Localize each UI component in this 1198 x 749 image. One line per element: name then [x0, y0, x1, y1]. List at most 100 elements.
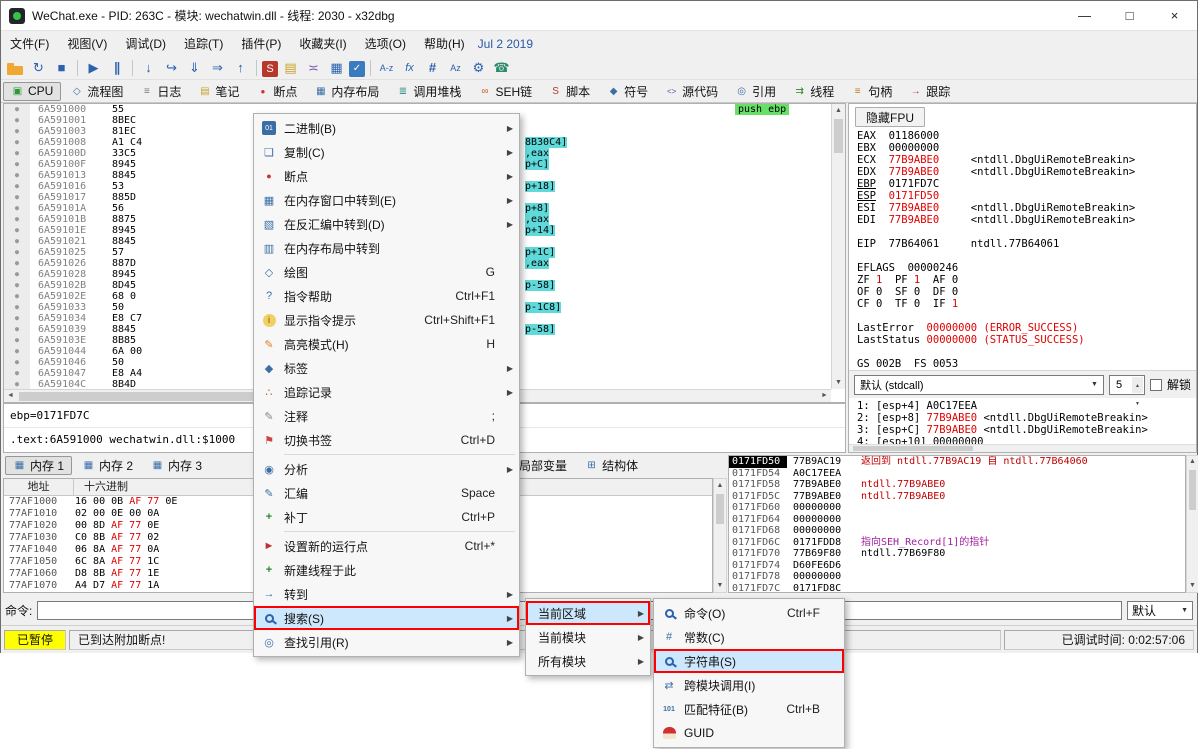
- tab-日志[interactable]: ≡日志: [132, 82, 189, 101]
- menu-item-设置新的运行点[interactable]: ►设置新的运行点Ctrl+*: [254, 534, 519, 558]
- scroll-left-arrow[interactable]: ◄: [4, 390, 17, 402]
- stack-row[interactable]: 0171FD5C 77B9ABE0 ntdll.77B9ABE0: [729, 491, 1185, 503]
- menu-item-在内存布局中转到[interactable]: ▥在内存布局中转到: [254, 236, 519, 260]
- trace-over-icon[interactable]: ⇒: [207, 58, 228, 78]
- tab-源代码[interactable]: <>源代码: [657, 82, 726, 101]
- breakpoint-gutter[interactable]: ●: [4, 280, 30, 291]
- breakpoint-gutter[interactable]: ●: [4, 148, 30, 159]
- breakpoint-gutter[interactable]: ●: [4, 159, 30, 170]
- scroll-down-arrow[interactable]: ▼: [1187, 580, 1198, 592]
- menu-item-新建线程于此[interactable]: +新建线程于此: [254, 558, 519, 582]
- stack-row[interactable]: 0171FD68 00000000: [729, 525, 1185, 537]
- pause-icon[interactable]: ∥: [106, 58, 127, 78]
- close-button[interactable]: ×: [1152, 1, 1197, 31]
- minimize-button[interactable]: —: [1062, 1, 1107, 31]
- menu-item-跨模块调用I[interactable]: ⇄跨模块调用(I): [654, 673, 844, 697]
- script-icon[interactable]: S: [262, 61, 278, 77]
- memory-vertical-scrollbar[interactable]: ▲ ▼: [713, 478, 727, 593]
- menu-item-追踪记录[interactable]: ∴追踪记录▶: [254, 380, 519, 404]
- breakpoint-gutter[interactable]: ●: [4, 126, 30, 137]
- stepper-up-icon[interactable]: ▲: [1135, 377, 1140, 395]
- menu-item-常数C[interactable]: #常数(C): [654, 625, 844, 649]
- breakpoint-gutter[interactable]: ●: [4, 115, 30, 126]
- breakpoint-gutter[interactable]: ●: [4, 269, 30, 280]
- menu-item-字符串S[interactable]: 字符串(S): [654, 649, 844, 673]
- menu-item-注释[interactable]: ✎注释;: [254, 404, 519, 428]
- tab-结构体[interactable]: ⊞结构体: [577, 456, 646, 475]
- scroll-up-arrow[interactable]: ▲: [1187, 456, 1198, 468]
- assembler-icon[interactable]: Az: [445, 58, 466, 78]
- tab-调用堆栈[interactable]: ≣调用堆栈: [388, 82, 469, 101]
- breakpoint-gutter[interactable]: ●: [4, 302, 30, 313]
- menubar-item-2[interactable]: 视图(V): [58, 31, 116, 56]
- step-into-icon[interactable]: ↓: [138, 58, 159, 78]
- tab-内存 3[interactable]: ▦内存 3: [143, 456, 210, 475]
- tab-内存 1[interactable]: ▦内存 1: [5, 456, 72, 475]
- maximize-button[interactable]: □: [1107, 1, 1152, 31]
- scrollbar-thumb[interactable]: [716, 494, 724, 524]
- tab-CPU[interactable]: ▣CPU: [3, 82, 61, 101]
- breakpoint-gutter[interactable]: ●: [4, 236, 30, 247]
- breakpoint-gutter[interactable]: ●: [4, 335, 30, 346]
- tab-SEH链[interactable]: ∞SEH链: [470, 82, 540, 101]
- menubar-item-4[interactable]: 追踪(T): [175, 31, 232, 56]
- unlock-checkbox[interactable]: [1150, 379, 1162, 391]
- trace-into-icon[interactable]: ⇓: [184, 58, 205, 78]
- menubar-item-3[interactable]: 调试(D): [116, 31, 175, 56]
- breakpoint-gutter[interactable]: ●: [4, 346, 30, 357]
- tab-脚本[interactable]: S脚本: [541, 82, 598, 101]
- stack-vertical-scrollbar[interactable]: ▲ ▼: [1186, 455, 1198, 593]
- breakpoint-gutter[interactable]: ●: [4, 137, 30, 148]
- tab-笔记[interactable]: ▤笔记: [190, 82, 247, 101]
- menubar-item-5[interactable]: 插件(P): [232, 31, 290, 56]
- stepper-arrows[interactable]: ▲▼: [1132, 377, 1143, 393]
- seh-chain-icon[interactable]: ✓: [349, 61, 365, 77]
- argument-count-stepper[interactable]: 5 ▲▼: [1109, 375, 1145, 395]
- menu-item-转到[interactable]: →转到▶: [254, 582, 519, 606]
- stack-row[interactable]: 0171FD70 77B69F80 ntdll.77B69F80: [729, 548, 1185, 560]
- stack-row[interactable]: 0171FD7C 0171FD8C: [729, 583, 1185, 594]
- stack-row[interactable]: 0171FD78 00000000: [729, 571, 1185, 583]
- stack-row[interactable]: 0171FD54 A0C17EEA: [729, 468, 1185, 480]
- calculator-icon[interactable]: fx: [399, 58, 420, 78]
- breakpoint-gutter[interactable]: ●: [4, 181, 30, 192]
- hide-fpu-button[interactable]: 隐藏FPU: [855, 107, 925, 127]
- breakpoint-gutter[interactable]: ●: [4, 291, 30, 302]
- patterns-icon[interactable]: #: [422, 58, 443, 78]
- menu-item-高亮模式H[interactable]: ✎高亮模式(H)H: [254, 332, 519, 356]
- tab-内存布局[interactable]: ▦内存布局: [306, 82, 387, 101]
- menu-item-匹配特征B[interactable]: 101匹配特征(B)Ctrl+B: [654, 697, 844, 721]
- stop-icon[interactable]: ■: [51, 58, 72, 78]
- breakpoint-gutter[interactable]: ●: [4, 170, 30, 181]
- stack-row[interactable]: 0171FD58 77B9ABE0 ntdll.77B9ABE0: [729, 479, 1185, 491]
- menu-item-指令帮助[interactable]: ?指令帮助Ctrl+F1: [254, 284, 519, 308]
- menu-item-复制C[interactable]: ❏复制(C)▶: [254, 140, 519, 164]
- breakpoint-gutter[interactable]: ●: [4, 247, 30, 258]
- tab-引用[interactable]: ◎引用: [727, 82, 784, 101]
- tab-流程图[interactable]: ◇流程图: [62, 82, 131, 101]
- scrollbar-thumb[interactable]: [834, 119, 843, 153]
- open-file-icon[interactable]: [5, 58, 26, 78]
- memory-map-icon[interactable]: ▦: [326, 58, 347, 78]
- compare-icon[interactable]: ≍: [303, 58, 324, 78]
- stack-row[interactable]: 0171FD60 00000000: [729, 502, 1185, 514]
- menu-item-搜索S[interactable]: 搜索(S)▶: [254, 606, 519, 630]
- menu-item-当前模块[interactable]: 当前模块▶: [526, 625, 650, 649]
- menu-item-断点[interactable]: ●断点▶: [254, 164, 519, 188]
- menubar-item-8[interactable]: 帮助(H): [415, 31, 474, 56]
- stack-row[interactable]: 0171FD64 00000000: [729, 514, 1185, 526]
- menu-item-绘图[interactable]: ◇绘图G: [254, 260, 519, 284]
- breakpoint-gutter[interactable]: ●: [4, 225, 30, 236]
- menu-item-二进制B[interactable]: 01二进制(B)▶: [254, 116, 519, 140]
- scroll-right-arrow[interactable]: ►: [818, 390, 831, 402]
- breakpoint-gutter[interactable]: ●: [4, 214, 30, 225]
- tab-线程[interactable]: ⇉线程: [785, 82, 842, 101]
- restart-icon[interactable]: ↻: [28, 58, 49, 78]
- menubar-item-7[interactable]: 选项(O): [356, 31, 415, 56]
- tab-符号[interactable]: ◆符号: [599, 82, 656, 101]
- command-profile-select[interactable]: 默认 ▼: [1127, 601, 1193, 620]
- menu-item-所有模块[interactable]: 所有模块▶: [526, 649, 650, 673]
- menu-item-标签[interactable]: ◆标签▶: [254, 356, 519, 380]
- breakpoint-gutter[interactable]: ●: [4, 203, 30, 214]
- scroll-up-arrow[interactable]: ▲: [832, 104, 845, 117]
